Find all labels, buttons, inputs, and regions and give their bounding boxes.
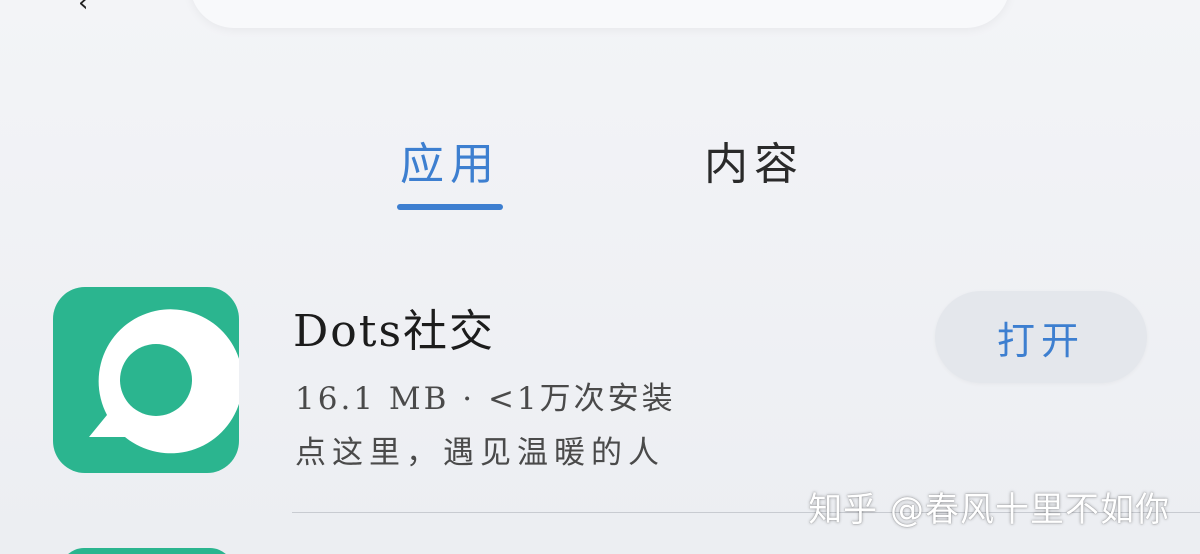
search-bar[interactable]	[190, 0, 1010, 28]
watermark: 知乎 @春风十里不如你	[808, 490, 1170, 530]
app-list-item[interactable]: Dots社交 16.1 MB · <1万次安装 点这里，遇见温暖的人 打开	[0, 285, 1200, 495]
result-tabs: 应用 内容	[0, 128, 1200, 218]
active-tab-indicator	[397, 204, 503, 210]
app-size-installs: 16.1 MB · <1万次安装	[295, 381, 676, 417]
next-app-icon[interactable]	[60, 548, 234, 554]
dots-logo-icon	[89, 309, 239, 454]
app-name: Dots社交	[293, 306, 496, 357]
back-arrow-icon[interactable]: ‹	[78, 0, 100, 16]
tab-apps[interactable]: 应用	[400, 128, 500, 192]
app-description: 点这里，遇见温暖的人	[295, 435, 665, 471]
open-app-button[interactable]: 打开	[935, 291, 1147, 383]
app-store-search-results: ‹ 应用 内容 Dots社交 16.1 MB · <1万次安装 点这里，遇见温暖…	[0, 0, 1200, 554]
dots-app-icon[interactable]	[53, 287, 239, 473]
tab-content[interactable]: 内容	[704, 128, 804, 192]
